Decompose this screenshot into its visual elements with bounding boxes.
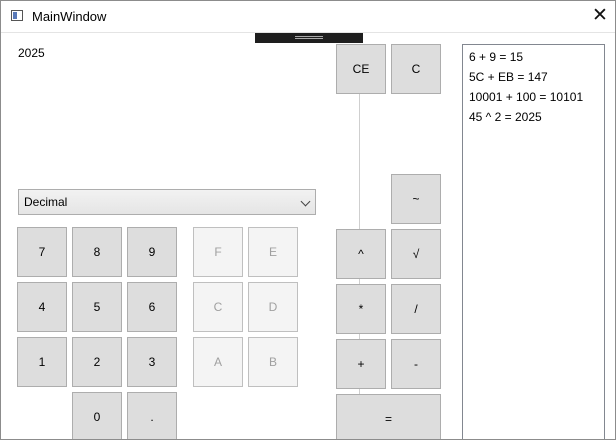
power-button[interactable]: ^	[336, 229, 386, 279]
chevron-down-icon	[300, 196, 311, 207]
equals-button[interactable]: =	[336, 394, 441, 439]
digit-2-button[interactable]: 2	[72, 337, 122, 387]
hex-b-button: B	[248, 337, 298, 387]
title-bar: MainWindow ✕	[1, 1, 615, 31]
sqrt-button[interactable]: √	[391, 229, 441, 279]
minus-button[interactable]: -	[391, 339, 441, 389]
digit-0-button[interactable]: 0	[72, 392, 122, 439]
result-display: 2025	[18, 46, 45, 60]
hex-c-button: C	[193, 282, 243, 332]
app-icon	[11, 10, 23, 21]
digit-8-button[interactable]: 8	[72, 227, 122, 277]
multiply-button[interactable]: *	[336, 284, 386, 334]
hex-e-button: E	[248, 227, 298, 277]
history-item[interactable]: 45 ^ 2 = 2025	[469, 110, 542, 124]
history-item[interactable]: 5C + EB = 147	[469, 70, 548, 84]
clear-entry-button[interactable]: CE	[336, 44, 386, 94]
window-title: MainWindow	[32, 9, 107, 24]
hex-f-button: F	[193, 227, 243, 277]
digit-3-button[interactable]: 3	[127, 337, 177, 387]
close-icon[interactable]: ✕	[588, 5, 612, 27]
clear-button[interactable]: C	[391, 44, 441, 94]
hex-d-button: D	[248, 282, 298, 332]
digit-6-button[interactable]: 6	[127, 282, 177, 332]
digit-5-button[interactable]: 5	[72, 282, 122, 332]
plus-button[interactable]: +	[336, 339, 386, 389]
decimal-point-button[interactable]: .	[127, 392, 177, 439]
digit-7-button[interactable]: 7	[17, 227, 67, 277]
tilde-button[interactable]: ~	[391, 174, 441, 224]
calculator-body: 2025 Decimal CE C ~ ^ √ * / + - = 7 8 9 …	[1, 32, 615, 439]
number-base-select[interactable]: Decimal	[18, 189, 316, 215]
main-window: MainWindow ✕ 2025 Decimal CE C ~ ^ √ * /…	[0, 0, 616, 440]
number-base-selected: Decimal	[24, 195, 68, 209]
history-item[interactable]: 10001 + 100 = 10101	[469, 90, 583, 104]
digit-4-button[interactable]: 4	[17, 282, 67, 332]
history-list[interactable]: 6 + 9 = 15 5C + EB = 147 10001 + 100 = 1…	[462, 44, 605, 439]
drag-grip-handle[interactable]	[255, 33, 363, 43]
divide-button[interactable]: /	[391, 284, 441, 334]
digit-9-button[interactable]: 9	[127, 227, 177, 277]
digit-1-button[interactable]: 1	[17, 337, 67, 387]
hex-a-button: A	[193, 337, 243, 387]
history-item[interactable]: 6 + 9 = 15	[469, 50, 523, 64]
